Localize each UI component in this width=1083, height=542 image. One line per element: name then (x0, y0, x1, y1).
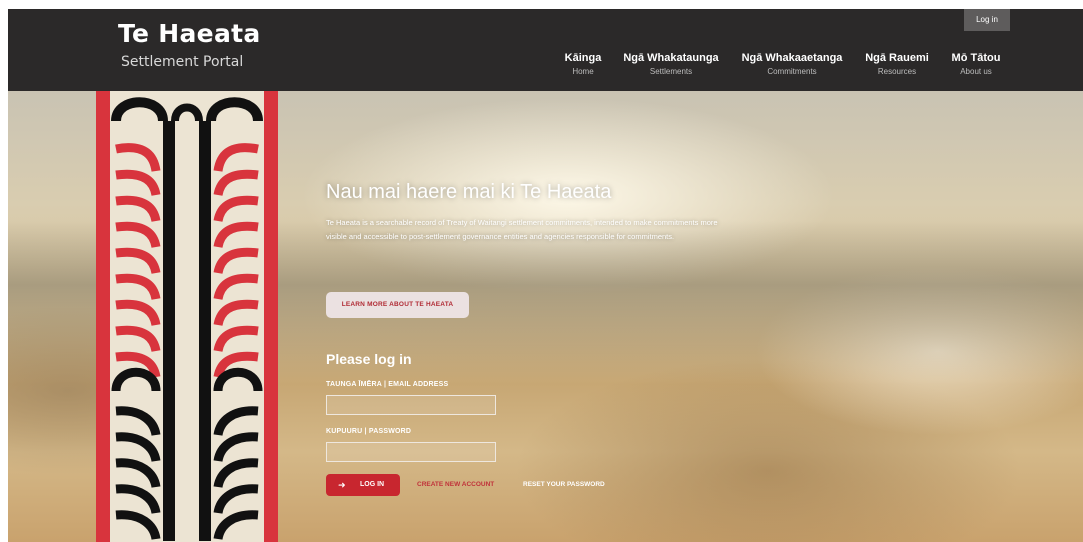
nav-item-label: Mō Tātou (951, 52, 1001, 64)
login-heading: Please log in (326, 351, 412, 367)
header-login-button[interactable]: Log in (964, 9, 1010, 31)
password-label: KUPUURU | PASSWORD (326, 428, 412, 435)
welcome-heading: Nau mai haere mai ki Te Haeata (326, 181, 612, 203)
sign-in-icon: ➜ (338, 480, 346, 490)
nav-item-about[interactable]: Mō Tātou About us (944, 52, 1008, 76)
login-button[interactable]: ➜ LOG IN (326, 474, 400, 496)
nav-item-sublabel: Settlements (649, 67, 693, 76)
nav-item-sublabel: Home (572, 67, 594, 76)
intro-description: Te Haeata is a searchable record of Trea… (326, 218, 718, 241)
create-account-link[interactable]: CREATE NEW ACCOUNT (417, 481, 494, 488)
nav-item-label: Ngā Whakaaetanga (741, 52, 843, 64)
kowhaiwhai-pattern-icon (96, 91, 278, 542)
nav-item-sublabel: Commitments (767, 67, 817, 76)
nav-item-settlements[interactable]: Ngā Whakataunga Settlements (618, 52, 724, 76)
hero-section: Nau mai haere mai ki Te Haeata Te Haeata… (8, 91, 1083, 542)
nav-item-home[interactable]: Kāinga Home (558, 52, 608, 76)
email-field[interactable] (326, 395, 496, 415)
login-button-label: LOG IN (360, 481, 385, 488)
top-header: Te Haeata Settlement Portal Log in Kāing… (8, 9, 1083, 91)
reset-password-link[interactable]: RESET YOUR PASSWORD (523, 481, 605, 488)
email-label: TAUNGA ĪMĒRA | EMAIL ADDRESS (326, 381, 449, 388)
main-nav: Kāinga Home Ngā Whakataunga Settlements … (8, 52, 1083, 82)
nav-item-commitments[interactable]: Ngā Whakaaetanga Commitments (736, 52, 848, 76)
nav-item-label: Ngā Rauemi (865, 52, 929, 64)
maori-pattern-panel (96, 91, 278, 542)
nav-item-sublabel: Resources (877, 67, 917, 76)
nav-item-sublabel: About us (960, 67, 992, 76)
nav-item-label: Kāinga (564, 52, 602, 64)
nav-item-label: Ngā Whakataunga (623, 52, 719, 64)
page-frame: Te Haeata Settlement Portal Log in Kāing… (8, 9, 1083, 542)
password-field[interactable] (326, 442, 496, 462)
learn-more-button[interactable]: LEARN MORE ABOUT TE HAEATA (326, 292, 469, 318)
nav-item-resources[interactable]: Ngā Rauemi Resources (858, 52, 936, 76)
hero-content: Nau mai haere mai ki Te Haeata Te Haeata… (326, 181, 746, 496)
brand-title: Te Haeata (118, 19, 261, 48)
